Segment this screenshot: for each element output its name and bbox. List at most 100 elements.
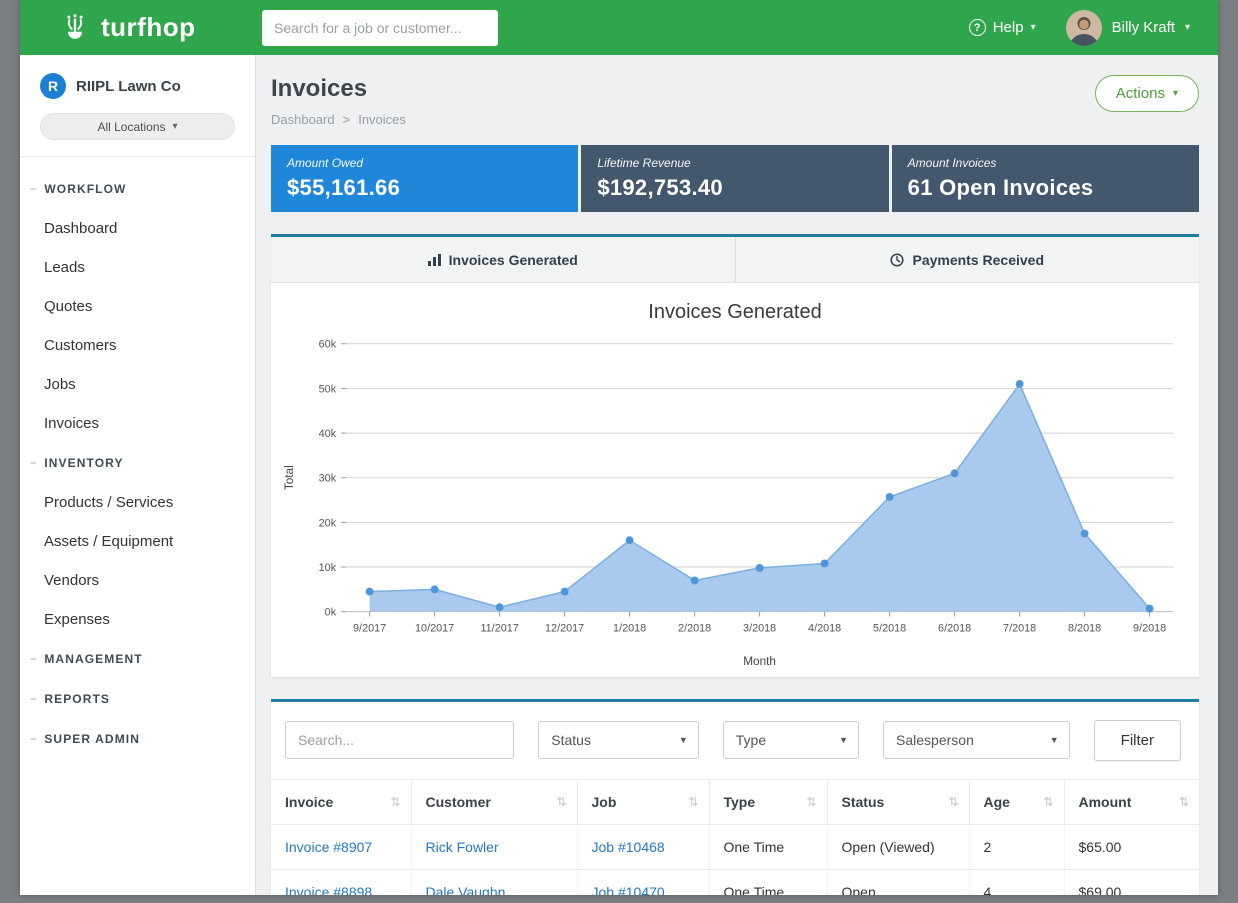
- column-header-amount[interactable]: Amount⇅: [1064, 779, 1199, 824]
- svg-text:3/2018: 3/2018: [743, 622, 776, 634]
- cell-invoice: Invoice #8898: [271, 869, 411, 895]
- svg-text:10/2017: 10/2017: [415, 622, 454, 634]
- sidebar-item-quotes[interactable]: Quotes: [20, 287, 255, 326]
- topbar: turfhop ? Help ▾ Billy Kraft ▾: [20, 0, 1218, 55]
- chevron-down-icon: ▾: [1173, 88, 1178, 99]
- stat-value: $55,161.66: [287, 175, 562, 201]
- invoices-table-card: Status ▼ Type ▼ Salesperson ▼ Filter: [271, 699, 1199, 895]
- tree-toggle-icon: --: [30, 733, 35, 745]
- sidebar-section-reports[interactable]: --REPORTS: [20, 679, 255, 719]
- sprinkler-logo-icon: [58, 11, 92, 45]
- tree-toggle-icon: --: [30, 183, 35, 195]
- table-search-input[interactable]: [285, 721, 514, 759]
- column-header-job[interactable]: Job⇅: [577, 779, 709, 824]
- chevron-down-icon: ▼: [679, 735, 688, 745]
- svg-text:11/2017: 11/2017: [480, 622, 518, 634]
- actions-button[interactable]: Actions ▾: [1095, 75, 1199, 112]
- user-menu[interactable]: Billy Kraft ▾: [1066, 10, 1190, 46]
- cell-customer: Rick Fowler: [411, 824, 577, 869]
- job-link[interactable]: Job #10470: [592, 884, 665, 895]
- svg-text:4/2018: 4/2018: [808, 622, 841, 634]
- cell-type: One Time: [709, 869, 827, 895]
- svg-text:10k: 10k: [319, 562, 337, 574]
- column-header-status[interactable]: Status⇅: [827, 779, 969, 824]
- svg-text:30k: 30k: [319, 473, 337, 485]
- table-body: Invoice #8907 Rick Fowler Job #10468 One Ti…: [271, 824, 1199, 895]
- user-avatar: [1066, 10, 1102, 46]
- sidebar-item-jobs[interactable]: Jobs: [20, 365, 255, 404]
- sidebar-section-workflow[interactable]: --WORKFLOW: [20, 169, 255, 209]
- customer-link[interactable]: Rick Fowler: [426, 839, 499, 855]
- column-header-invoice[interactable]: Invoice⇅: [271, 779, 411, 824]
- tree-toggle-icon: --: [30, 457, 35, 469]
- stat-card-lifetime-revenue: Lifetime Revenue$192,753.40: [581, 145, 888, 212]
- global-search-input[interactable]: [262, 10, 498, 46]
- brand-logo[interactable]: turfhop: [20, 11, 256, 45]
- svg-text:7/2018: 7/2018: [1003, 622, 1036, 634]
- chart-card: Invoices Generated Payments Received Inv…: [271, 234, 1199, 677]
- sidebar-item-leads[interactable]: Leads: [20, 248, 255, 287]
- sort-icon: ⇅: [556, 795, 566, 809]
- sidebar-section-inventory[interactable]: --INVENTORY: [20, 443, 255, 483]
- svg-text:1/2018: 1/2018: [613, 622, 646, 634]
- cell-invoice: Invoice #8907: [271, 824, 411, 869]
- svg-text:Total: Total: [282, 465, 296, 490]
- sort-icon: ⇅: [688, 795, 698, 809]
- svg-text:6/2018: 6/2018: [938, 622, 971, 634]
- locations-dropdown[interactable]: All Locations ▾: [40, 113, 235, 140]
- sidebar-item-dashboard[interactable]: Dashboard: [20, 209, 255, 248]
- tab-payments-received[interactable]: Payments Received: [735, 237, 1200, 282]
- cell-status: Open (Viewed): [827, 824, 969, 869]
- svg-text:60k: 60k: [319, 339, 337, 351]
- sidebar-section-super-admin[interactable]: -- SUPER ADMIN: [20, 719, 255, 759]
- cell-job: Job #10468: [577, 824, 709, 869]
- column-header-customer[interactable]: Customer⇅: [411, 779, 577, 824]
- page-title: Invoices: [271, 75, 406, 103]
- chevron-down-icon: ▼: [839, 735, 848, 745]
- customer-link[interactable]: Dale Vaughn: [426, 884, 506, 895]
- stat-card-amount-invoices: Amount Invoices61 Open Invoices: [892, 145, 1199, 212]
- table-filters: Status ▼ Type ▼ Salesperson ▼ Filter: [271, 702, 1199, 779]
- chevron-down-icon: ▾: [1185, 22, 1190, 33]
- sidebar-section-management[interactable]: --MANAGEMENT: [20, 639, 255, 679]
- sidebar-item-expenses[interactable]: Expenses: [20, 600, 255, 639]
- table-row: Invoice #8898 Dale Vaughn Job #10470 One Ti…: [271, 869, 1199, 895]
- invoices-generated-chart: 0k10k20k30k40k50k60k9/201710/201711/2017…: [279, 330, 1191, 673]
- stat-value: $192,753.40: [597, 175, 872, 201]
- tab-label: Payments Received: [912, 252, 1044, 268]
- company-switcher[interactable]: R RIIPL Lawn Co: [20, 55, 255, 113]
- type-select[interactable]: Type ▼: [723, 721, 859, 759]
- filter-button[interactable]: Filter: [1094, 720, 1181, 761]
- sidebar-item-assets-equipment[interactable]: Assets / Equipment: [20, 522, 255, 561]
- svg-text:12/2017: 12/2017: [545, 622, 584, 634]
- svg-text:9/2017: 9/2017: [353, 622, 386, 634]
- svg-text:0k: 0k: [325, 607, 337, 619]
- svg-text:5/2018: 5/2018: [873, 622, 906, 634]
- sidebar-item-products-services[interactable]: Products / Services: [20, 483, 255, 522]
- help-menu[interactable]: ? Help ▾: [969, 19, 1036, 36]
- sort-icon: ⇅: [806, 795, 816, 809]
- help-label: Help: [993, 19, 1024, 36]
- cell-amount: $69.00: [1064, 869, 1199, 895]
- svg-text:40k: 40k: [319, 428, 337, 440]
- chart-area: Invoices Generated 0k10k20k30k40k50k60k9…: [271, 283, 1199, 677]
- column-header-age[interactable]: Age⇅: [969, 779, 1064, 824]
- chart-title: Invoices Generated: [279, 301, 1191, 324]
- column-header-type[interactable]: Type⇅: [709, 779, 827, 824]
- sidebar-item-invoices[interactable]: Invoices: [20, 404, 255, 443]
- invoice-link[interactable]: Invoice #8907: [285, 839, 372, 855]
- breadcrumb-dashboard[interactable]: Dashboard: [271, 112, 335, 127]
- job-link[interactable]: Job #10468: [592, 839, 665, 855]
- actions-label: Actions: [1116, 85, 1165, 102]
- salesperson-select[interactable]: Salesperson ▼: [883, 721, 1070, 759]
- status-select-value: Status: [551, 732, 591, 748]
- sidebar-section-label: REPORTS: [44, 692, 110, 706]
- cell-age: 4: [969, 869, 1064, 895]
- invoice-link[interactable]: Invoice #8898: [285, 884, 372, 895]
- status-select[interactable]: Status ▼: [538, 721, 698, 759]
- sidebar-section-label: SUPER ADMIN: [44, 732, 140, 746]
- sidebar-item-vendors[interactable]: Vendors: [20, 561, 255, 600]
- tab-invoices-generated[interactable]: Invoices Generated: [271, 237, 735, 282]
- sidebar-item-customers[interactable]: Customers: [20, 326, 255, 365]
- svg-text:20k: 20k: [319, 517, 337, 529]
